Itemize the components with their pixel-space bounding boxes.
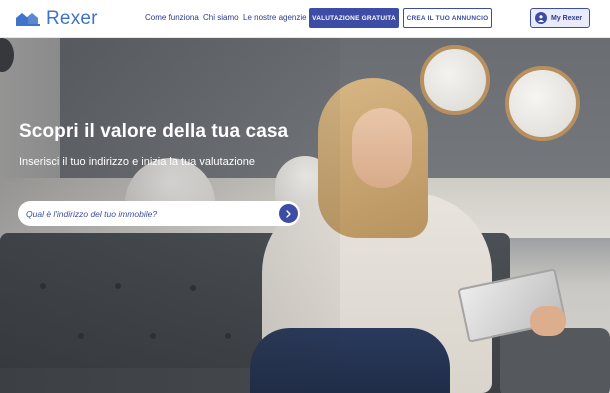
hand-image bbox=[530, 306, 566, 336]
nav-link-come-funziona[interactable]: Come funziona bbox=[145, 13, 199, 22]
user-avatar-icon bbox=[535, 12, 547, 24]
sofa-arm-image bbox=[500, 328, 610, 393]
address-search-input[interactable] bbox=[26, 201, 266, 226]
search-submit-button[interactable] bbox=[279, 204, 298, 223]
nav-link-agenzie[interactable]: Le nostre agenzie bbox=[243, 13, 307, 22]
house-roofs-icon bbox=[16, 13, 40, 26]
round-mirror-image bbox=[420, 45, 490, 115]
hero-section: Scopri il valore della tua casa Inserisc… bbox=[0, 38, 610, 393]
woman-face-image bbox=[352, 108, 412, 188]
my-rexer-button[interactable]: My Rexer bbox=[530, 8, 590, 28]
my-rexer-label: My Rexer bbox=[551, 14, 583, 22]
round-mirror-image bbox=[505, 66, 580, 141]
create-listing-button[interactable]: CREA IL TUO ANNUNCIO bbox=[403, 8, 492, 28]
address-search-box bbox=[18, 201, 300, 226]
hero-subtitle: Inserisci il tuo indirizzo e inizia la t… bbox=[19, 156, 256, 168]
hero-title: Scopri il valore della tua casa bbox=[19, 121, 289, 142]
brand-logo[interactable]: Rexer bbox=[16, 8, 98, 30]
top-navbar: Rexer Come funziona Chi siamo Le nostre … bbox=[0, 0, 610, 38]
logo-text: Rexer bbox=[46, 8, 98, 29]
nav-link-chi-siamo[interactable]: Chi siamo bbox=[203, 13, 239, 22]
chevron-right-icon bbox=[286, 209, 291, 218]
free-valuation-button[interactable]: VALUTAZIONE GRATUITA bbox=[309, 8, 399, 28]
